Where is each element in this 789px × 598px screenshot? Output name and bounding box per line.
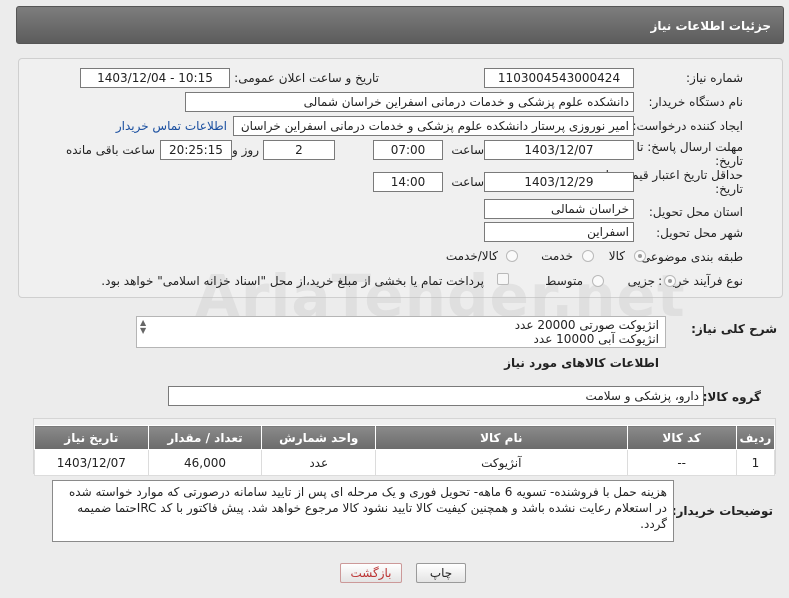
- summary-label: شرح کلی نیاز:: [691, 322, 777, 336]
- days-label: روز و: [232, 143, 259, 157]
- validity-time-field: 14:00: [373, 172, 443, 192]
- cell-row-number: 1: [735, 449, 776, 476]
- summary-line-1: انژیوکت صورتی 20000 عدد: [514, 318, 659, 332]
- goods-group-label: گروه کالا:: [702, 390, 761, 404]
- announce-label: تاریخ و ساعت اعلان عمومی:: [234, 71, 379, 85]
- goods-table-wrapper: تاریخ نیاز تعداد / مقدار واحد شمارش واحد…: [33, 418, 776, 476]
- need-number-field: 1103004543000424: [484, 68, 634, 88]
- announce-datetime-field: 1403/12/04 - 10:15: [80, 68, 230, 88]
- deadline-date-field: 1403/12/07: [484, 140, 634, 160]
- city-label: شهر محل تحویل:: [656, 226, 743, 240]
- province-field: خراسان شمالی: [484, 199, 634, 219]
- category-goods-service-radio[interactable]: [506, 250, 518, 262]
- col-goods-code: کد کالا: [626, 425, 737, 450]
- city-field: اسفراین: [484, 222, 634, 242]
- remaining-label: ساعت باقی مانده: [65, 143, 155, 157]
- category-goods-radio[interactable]: [634, 250, 646, 262]
- page-header: جزئیات اطلاعات نیاز: [16, 6, 784, 44]
- creator-field: امیر نوروزی پرستار دانشکده علوم پزشکی و …: [233, 116, 634, 136]
- purchase-partial-radio[interactable]: [664, 275, 676, 287]
- back-button[interactable]: بازگشت: [340, 563, 402, 583]
- buyer-notes-label: توضیحات خریدار:: [671, 504, 773, 518]
- col-unit: واحد شمارش: [261, 425, 377, 450]
- goods-group-field: دارو، پزشکی و سلامت: [168, 386, 704, 406]
- purchase-medium-radio[interactable]: [592, 275, 604, 287]
- need-number-label: شماره نیاز:: [686, 71, 743, 85]
- goods-table: تاریخ نیاز تعداد / مقدار واحد شمارش واحد…: [34, 425, 776, 476]
- category-goods-service-label: کالا/خدمت: [445, 249, 498, 263]
- summary-line-2: انژیوکت آبی 10000 عدد: [533, 332, 659, 346]
- treasury-payment-checkbox[interactable]: [497, 273, 509, 285]
- cell-goods-name: آنژیوکت: [375, 449, 628, 476]
- buyer-notes-text: هزینه حمل با فروشنده- تسویه 6 ماهه- تحوی…: [69, 485, 667, 531]
- deadline-time-field: 07:00: [373, 140, 443, 160]
- buyer-org-label: نام دستگاه خریدار:: [648, 95, 744, 109]
- page-title: جزئیات اطلاعات نیاز: [650, 19, 771, 33]
- goods-section-title: اطلاعات کالاهای مورد نیاز: [504, 356, 659, 370]
- category-label: طبقه بندی موضوعی:: [636, 250, 743, 264]
- cell-unit: عدد: [261, 449, 377, 476]
- col-row: ردیف: [735, 425, 776, 450]
- summary-textarea[interactable]: انژیوکت صورتی 20000 عدد انژیوکت آبی 1000…: [136, 316, 666, 348]
- print-button[interactable]: چاپ: [416, 563, 466, 583]
- creator-label: ایجاد کننده درخواست:: [632, 119, 743, 133]
- table-row: 1403/12/07 46,000 عدد آنژیوکت -- 1: [34, 449, 776, 476]
- buyer-notes-textarea[interactable]: هزینه حمل با فروشنده- تسویه 6 ماهه- تحوی…: [52, 480, 674, 542]
- province-label: استان محل تحویل:: [648, 205, 743, 219]
- buyer-contact-link[interactable]: اطلاعات تماس خریدار: [116, 119, 227, 133]
- col-goods-name: نام کالا: [375, 425, 628, 450]
- buyer-org-field: دانشکده علوم پزشکی و خدمات درمانی اسفرای…: [185, 92, 634, 112]
- col-need-date: تاریخ نیاز: [34, 425, 149, 450]
- deadline-label: مهلت ارسال پاسخ: تا: [636, 140, 743, 154]
- deadline-time-label: ساعت: [451, 143, 484, 157]
- cell-goods-code: --: [626, 449, 737, 476]
- remaining-time-field: 20:25:15: [160, 140, 232, 160]
- validity-date-field: 1403/12/29: [484, 172, 634, 192]
- category-service-radio[interactable]: [582, 250, 594, 262]
- purchase-medium-label: متوسط: [545, 274, 583, 288]
- goods-table-header: تاریخ نیاز تعداد / مقدار واحد شمارش واحد…: [34, 425, 776, 450]
- col-quantity: تعداد / مقدار: [147, 425, 263, 450]
- treasury-payment-note: پرداخت تمام یا بخشی از مبلغ خرید،از محل …: [101, 274, 484, 288]
- cell-quantity: 46,000: [147, 449, 263, 476]
- category-goods-label: کالا: [608, 249, 625, 263]
- validity-time-label: ساعت: [451, 175, 484, 189]
- cell-need-date: 1403/12/07: [34, 449, 149, 476]
- deadline-date-label: تاریخ:: [715, 154, 743, 168]
- days-remaining-field: 2: [263, 140, 335, 160]
- category-service-label: خدمت: [541, 249, 573, 263]
- purchase-partial-label: جزیی: [627, 274, 655, 288]
- validity-date-label: تاریخ:: [715, 182, 743, 196]
- scroll-arrows-icon[interactable]: ▲ ▼: [140, 319, 146, 335]
